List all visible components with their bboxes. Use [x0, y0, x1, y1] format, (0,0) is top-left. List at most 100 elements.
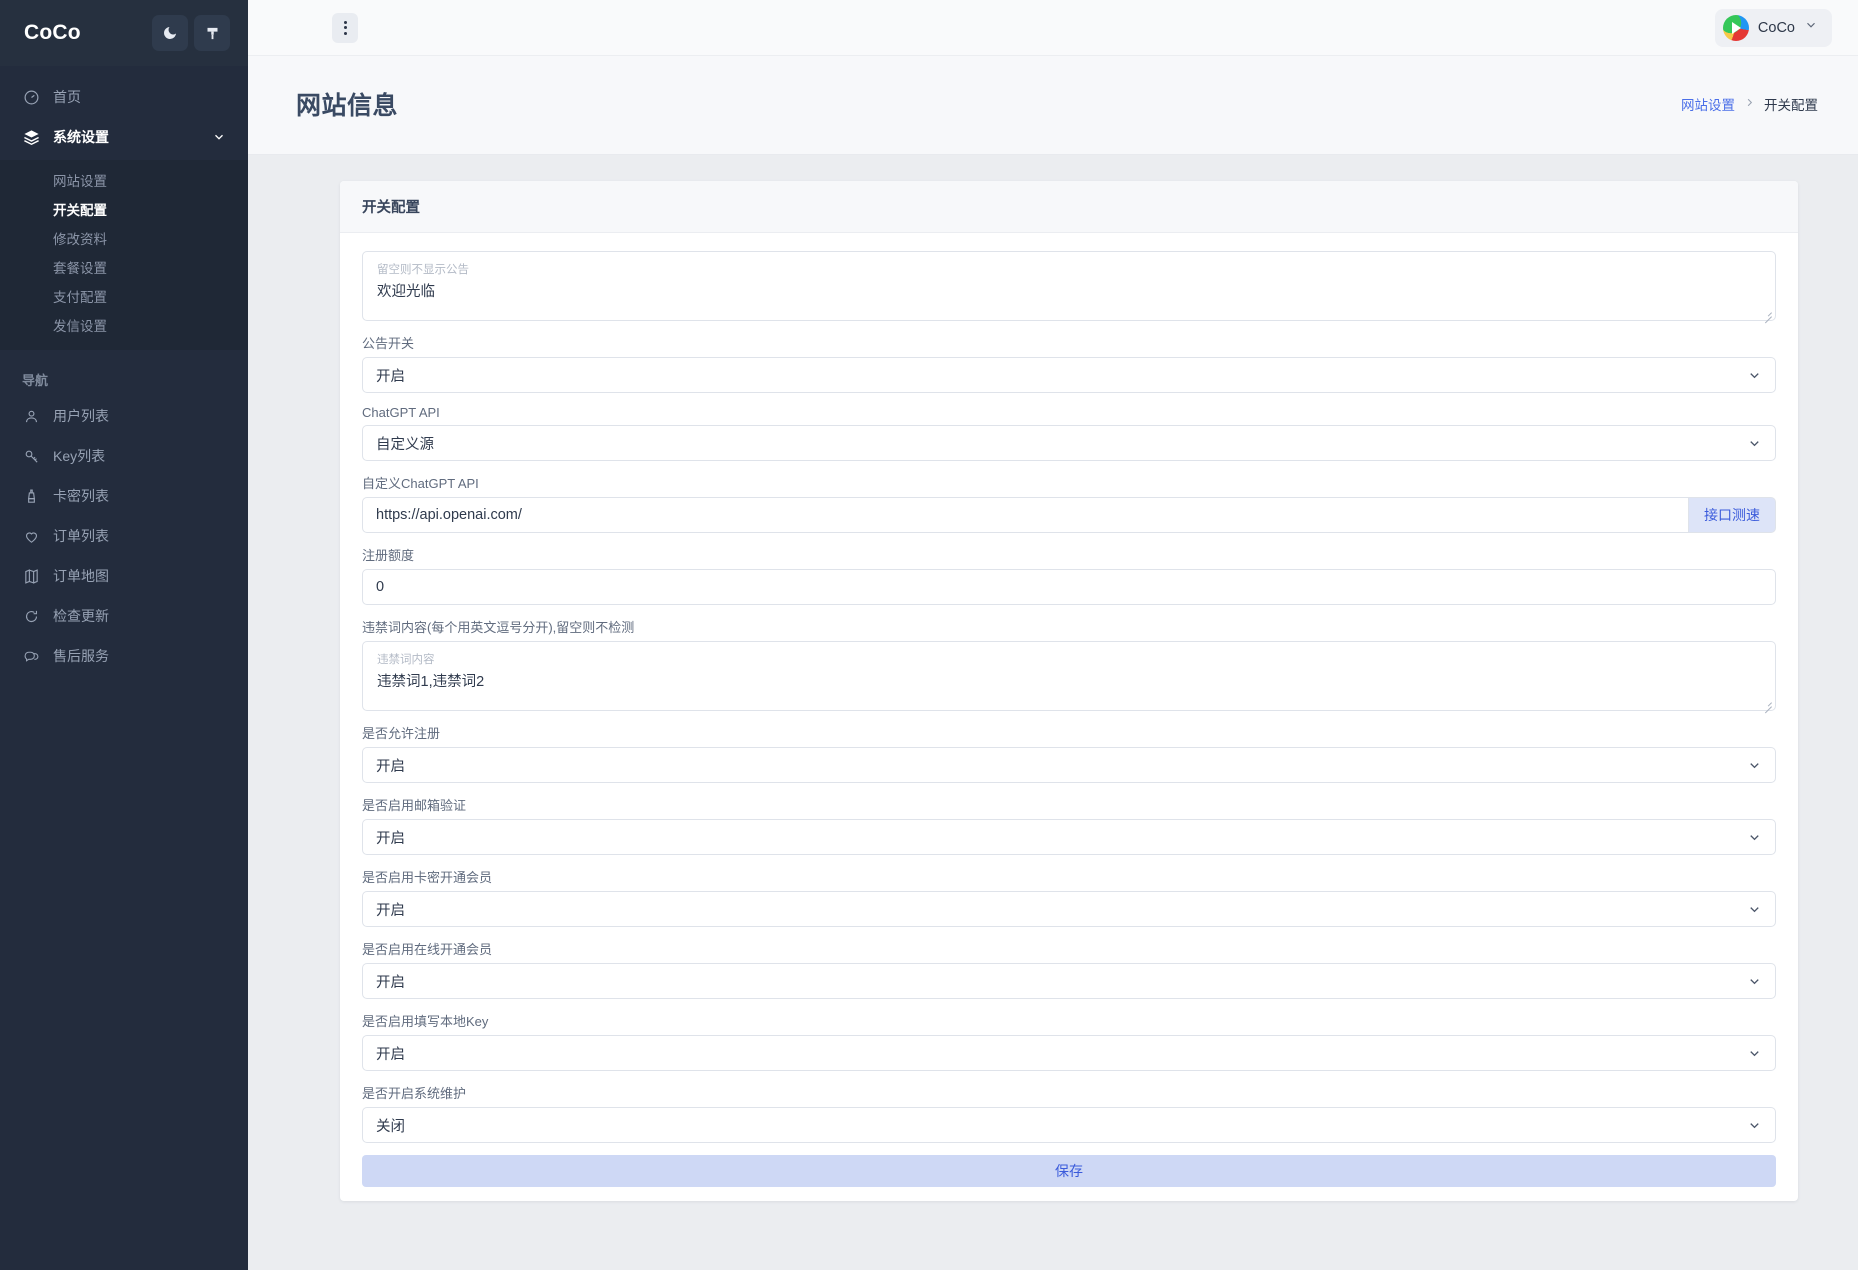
- chevron-down-icon: [1747, 902, 1762, 917]
- topbar: CoCo: [248, 0, 1858, 56]
- main-area: CoCo 网站信息 网站设置 开关配置: [248, 0, 1858, 1270]
- sidebar-subitem-website-settings[interactable]: 网站设置: [0, 167, 248, 196]
- sidebar-subitem-edit-profile[interactable]: 修改资料: [0, 225, 248, 254]
- banned-words-textarea[interactable]: 违禁词内容 违禁词1,违禁词2: [362, 641, 1776, 711]
- sidebar-item-label: 售后服务: [53, 646, 109, 666]
- content-area: 开关配置 留空则不显示公告 欢迎光临 公告开关 开启: [248, 155, 1858, 1270]
- field-maintenance: 是否开启系统维护 关闭: [362, 1083, 1776, 1143]
- sidebar-item-label: 用户列表: [53, 406, 109, 426]
- select-value: 开启: [376, 971, 405, 992]
- custom-chatgpt-api-input[interactable]: https://api.openai.com/: [362, 497, 1689, 533]
- field-label: 是否启用卡密开通会员: [362, 867, 1776, 886]
- layers-icon: [22, 128, 40, 146]
- sidebar-item-order-map[interactable]: 订单地图: [0, 559, 248, 593]
- chevron-down-icon: [1747, 830, 1762, 845]
- banned-words-placeholder-label: 违禁词内容: [377, 651, 1761, 667]
- resize-handle-icon[interactable]: [1763, 698, 1772, 707]
- field-label: 是否启用填写本地Key: [362, 1011, 1776, 1030]
- sidebar-item-card-list[interactable]: 卡密列表: [0, 479, 248, 513]
- sidebar-item-key-list[interactable]: Key列表: [0, 439, 248, 473]
- field-chatgpt-api: ChatGPT API 自定义源: [362, 405, 1776, 461]
- field-online-member: 是否启用在线开通会员 开启: [362, 939, 1776, 999]
- sidebar-subitem-mail-settings[interactable]: 发信设置: [0, 312, 248, 341]
- page-title: 网站信息: [296, 86, 398, 122]
- chevron-down-icon: [1747, 1046, 1762, 1061]
- user-name: CoCo: [1758, 20, 1795, 36]
- field-register-quota: 注册额度 0: [362, 545, 1776, 605]
- announcement-switch-select[interactable]: 开启: [362, 357, 1776, 393]
- register-quota-input[interactable]: 0: [362, 569, 1776, 605]
- app-root: CoCo 首页: [0, 0, 1858, 1270]
- breadcrumb: 网站设置 开关配置: [1681, 94, 1818, 114]
- card-member-select[interactable]: 开启: [362, 891, 1776, 927]
- input-value: 0: [376, 579, 384, 595]
- sidebar-section-title: 导航: [0, 350, 248, 399]
- field-label: ChatGPT API: [362, 405, 1776, 420]
- sidebar-subitem-payment-config[interactable]: 支付配置: [0, 283, 248, 312]
- sidebar-subitem-switch-config[interactable]: 开关配置: [0, 196, 248, 225]
- announcement-textarea[interactable]: 留空则不显示公告 欢迎光临: [362, 251, 1776, 321]
- sidebar: CoCo 首页: [0, 0, 248, 1270]
- chevron-down-icon: [1747, 974, 1762, 989]
- sidebar-item-after-sales[interactable]: 售后服务: [0, 639, 248, 673]
- select-value: 开启: [376, 1043, 405, 1064]
- banned-words-value: 违禁词1,违禁词2: [377, 670, 1761, 691]
- user-icon: [22, 407, 40, 425]
- chevron-down-icon: [1747, 758, 1762, 773]
- sidebar-nav: 首页 系统设置 网站设置 开关配置 修: [0, 66, 248, 1270]
- field-card-member: 是否启用卡密开通会员 开启: [362, 867, 1776, 927]
- email-verify-select[interactable]: 开启: [362, 819, 1776, 855]
- field-local-key: 是否启用填写本地Key 开启: [362, 1011, 1776, 1071]
- local-key-select[interactable]: 开启: [362, 1035, 1776, 1071]
- user-menu-button[interactable]: CoCo: [1715, 9, 1832, 47]
- field-label: 是否启用在线开通会员: [362, 939, 1776, 958]
- moon-icon: [162, 25, 178, 41]
- online-member-select[interactable]: 开启: [362, 963, 1776, 999]
- chatgpt-api-select[interactable]: 自定义源: [362, 425, 1776, 461]
- sidebar-item-label: 首页: [53, 87, 81, 107]
- sidebar-header: CoCo: [0, 0, 248, 66]
- save-button[interactable]: 保存: [362, 1155, 1776, 1187]
- key-icon: [22, 447, 40, 465]
- sidebar-item-home[interactable]: 首页: [0, 80, 248, 114]
- resize-handle-icon[interactable]: [1763, 308, 1772, 317]
- chevron-down-icon: [212, 130, 226, 144]
- sidebar-item-label: 检查更新: [53, 606, 109, 626]
- brush-icon: [205, 26, 220, 41]
- maintenance-select[interactable]: 关闭: [362, 1107, 1776, 1143]
- sidebar-item-user-list[interactable]: 用户列表: [0, 399, 248, 433]
- sidebar-item-system-settings[interactable]: 系统设置: [0, 120, 248, 154]
- card-title: 开关配置: [340, 181, 1798, 233]
- field-email-verify: 是否启用邮箱验证 开启: [362, 795, 1776, 855]
- announcement-value: 欢迎光临: [377, 280, 1761, 301]
- api-speed-test-button[interactable]: 接口测速: [1689, 497, 1776, 533]
- avatar: [1723, 15, 1749, 41]
- breadcrumb-parent-link[interactable]: 网站设置: [1681, 94, 1735, 114]
- custom-api-input-group: https://api.openai.com/ 接口测速: [362, 497, 1776, 533]
- chat-icon: [22, 647, 40, 665]
- field-label: 注册额度: [362, 545, 1776, 564]
- breadcrumb-separator-icon: [1744, 97, 1755, 111]
- select-value: 开启: [376, 899, 405, 920]
- field-label: 是否启用邮箱验证: [362, 795, 1776, 814]
- dark-mode-toggle[interactable]: [152, 15, 188, 51]
- sidebar-item-label: 卡密列表: [53, 486, 109, 506]
- field-label: 是否开启系统维护: [362, 1083, 1776, 1102]
- brand-logo[interactable]: CoCo: [24, 21, 146, 45]
- breadcrumb-current: 开关配置: [1764, 94, 1818, 114]
- field-allow-register: 是否允许注册 开启: [362, 723, 1776, 783]
- sidebar-item-label: 系统设置: [53, 127, 109, 147]
- refresh-icon: [22, 607, 40, 625]
- announcement-placeholder-label: 留空则不显示公告: [377, 261, 1761, 277]
- dashboard-icon: [22, 88, 40, 106]
- sidebar-item-check-update[interactable]: 检查更新: [0, 599, 248, 633]
- field-announcement-switch: 公告开关 开启: [362, 333, 1776, 393]
- field-label: 违禁词内容(每个用英文逗号分开),留空则不检测: [362, 617, 1776, 636]
- allow-register-select[interactable]: 开启: [362, 747, 1776, 783]
- sidebar-item-label: 订单地图: [53, 566, 109, 586]
- sidebar-subitem-package-settings[interactable]: 套餐设置: [0, 254, 248, 283]
- kebab-menu-icon[interactable]: [332, 13, 358, 43]
- theme-brush-button[interactable]: [194, 15, 230, 51]
- card-icon: [22, 487, 40, 505]
- sidebar-item-order-list[interactable]: 订单列表: [0, 519, 248, 553]
